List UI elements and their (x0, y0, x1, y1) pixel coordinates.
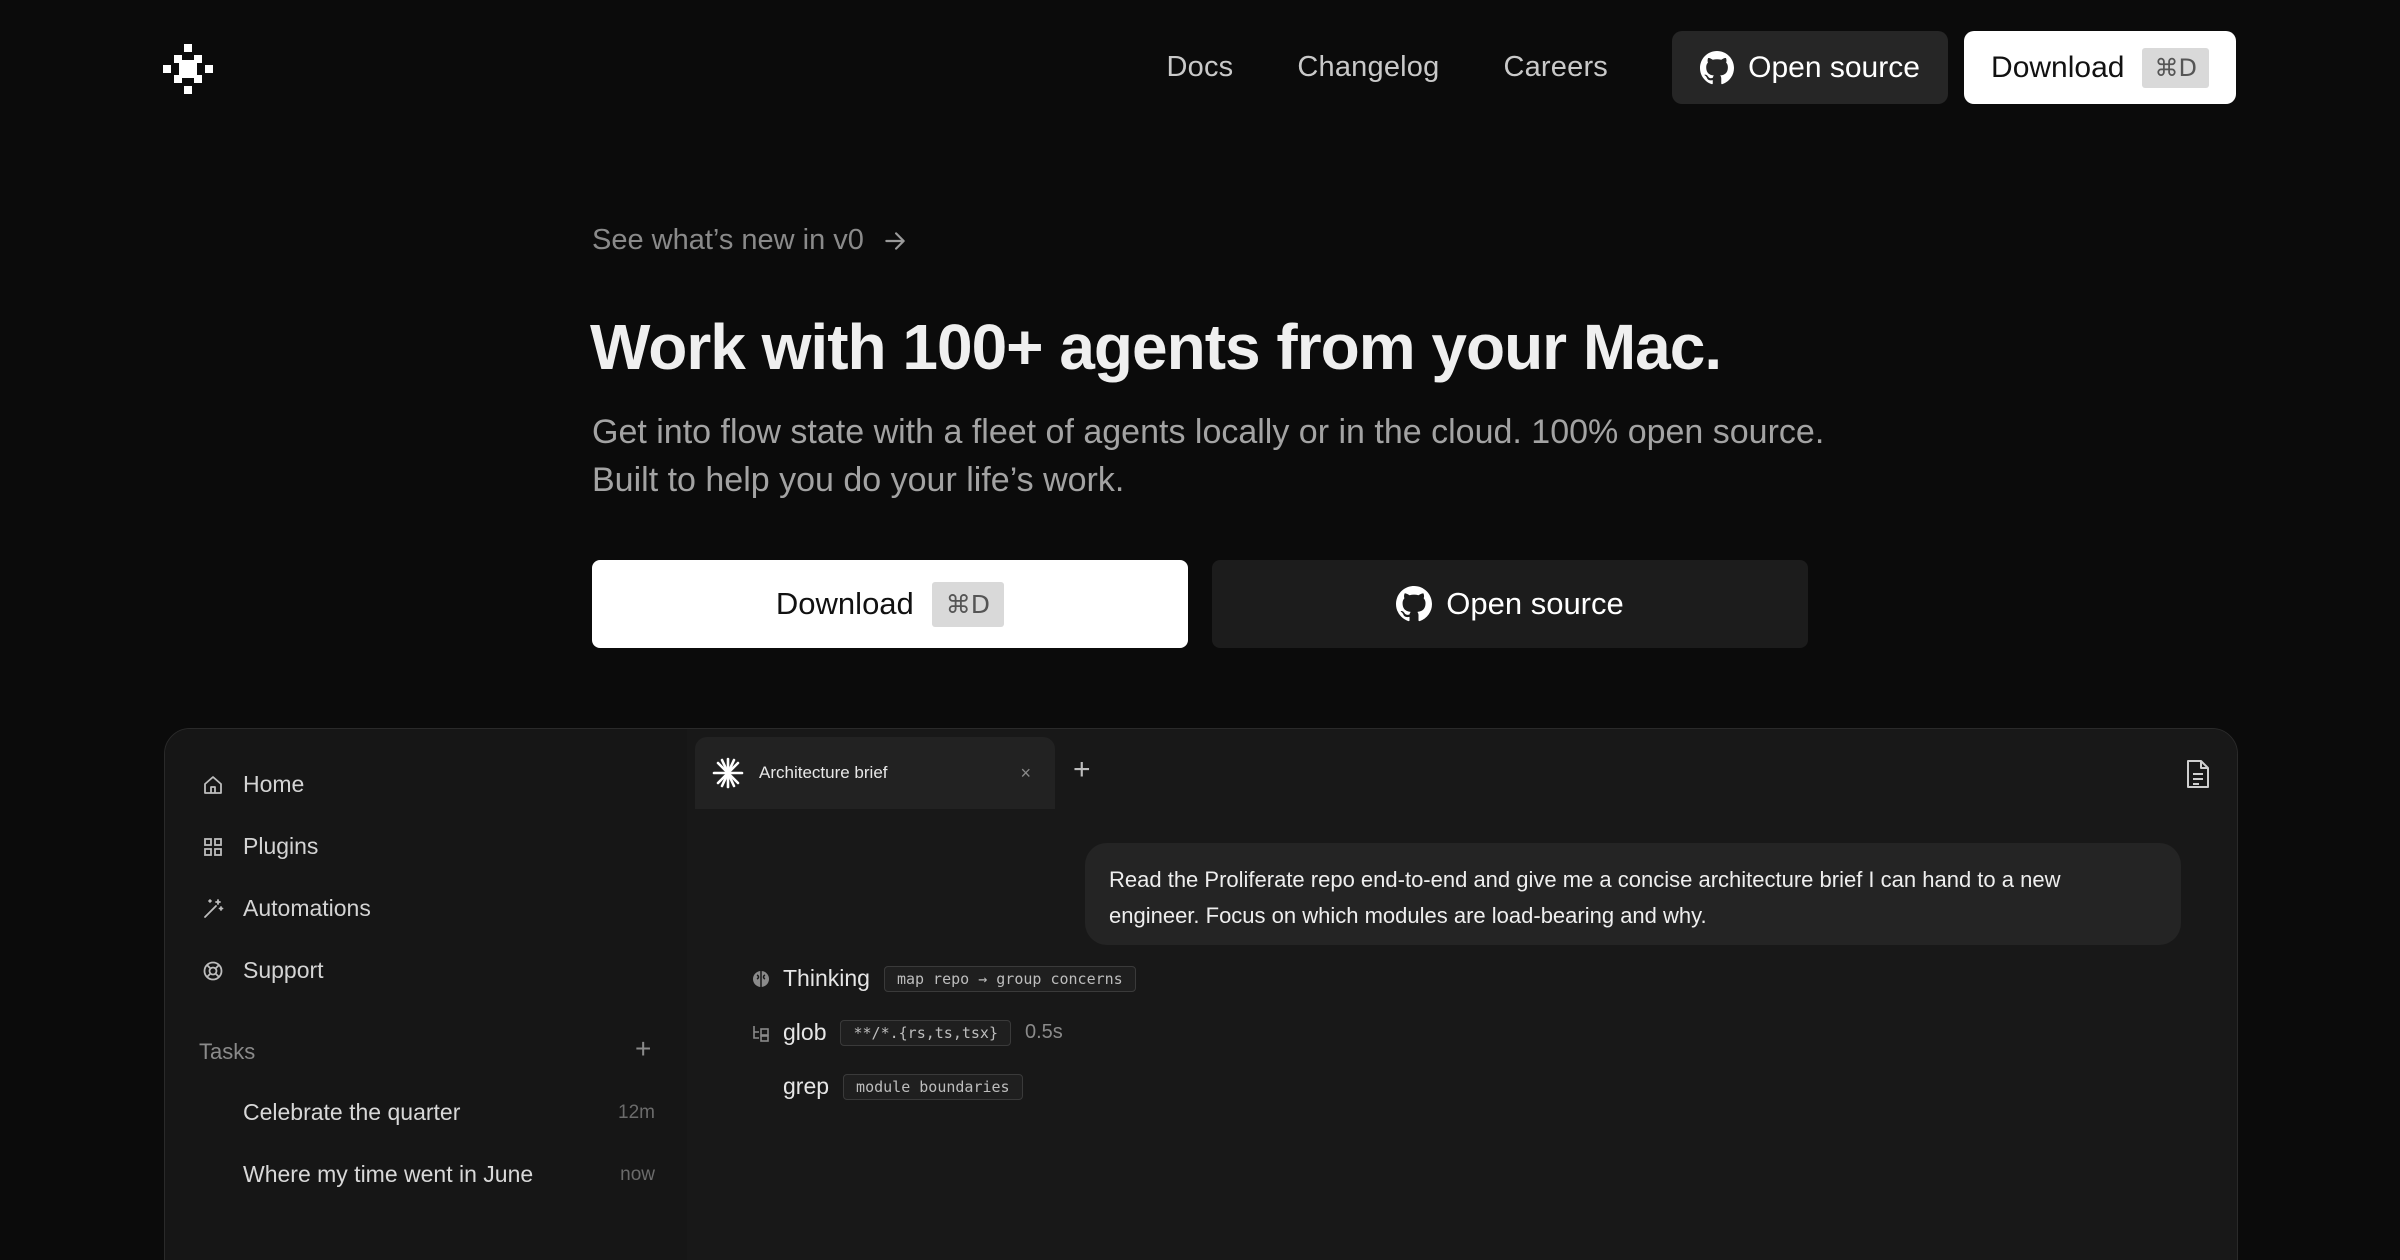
nav-link-careers[interactable]: Careers (1503, 51, 1608, 84)
sidebar-item-automations[interactable]: Automations (201, 895, 371, 922)
top-nav: Docs Changelog Careers Open source Downl… (1166, 31, 2236, 104)
step-detail: module boundaries (843, 1073, 1023, 1100)
chat-panel: Architecture brief × + Read the Prolifer… (687, 729, 2237, 1260)
arrow-right-icon (885, 231, 905, 250)
open-source-label: Open source (1748, 50, 1920, 84)
download-shortcut: ⌘D (2142, 47, 2209, 88)
brain-icon (753, 970, 769, 987)
user-message: Read the Proliferate repo end-to-end and… (1085, 843, 2181, 945)
announcement-link[interactable]: See what’s new in v0 (592, 224, 908, 257)
step-label: glob (783, 1019, 827, 1045)
magic-wand-icon (204, 898, 224, 918)
sidebar-item-label: Automations (243, 895, 371, 921)
download-button[interactable]: Download ⌘D (1964, 31, 2236, 104)
lifebuoy-icon (203, 961, 223, 980)
step-detail: map repo → group concerns (883, 965, 1136, 992)
app-preview-window: Home Plugins Automations Support Tasks +… (164, 728, 2238, 1260)
grid-icon (204, 837, 222, 856)
tab-label: Architecture brief (759, 763, 888, 782)
home-icon (204, 775, 222, 794)
step-detail: **/*.{rs,ts,tsx} (840, 1019, 1011, 1046)
open-source-button[interactable]: Open source (1672, 31, 1948, 104)
sidebar-item-plugins[interactable]: Plugins (201, 833, 318, 860)
hero-download-label: Download (775, 586, 914, 621)
nav-link-changelog[interactable]: Changelog (1297, 51, 1439, 84)
sidebar-item-label: Support (243, 957, 324, 983)
new-tab-button[interactable]: + (1073, 753, 1091, 787)
hero-subtitle-line-2: Built to help you do your life’s work. (592, 461, 1125, 499)
step-grep[interactable]: grep module boundaries (783, 1073, 1023, 1100)
hero-download-button[interactable]: Download ⌘D (592, 560, 1188, 648)
github-icon (1396, 586, 1433, 622)
task-item[interactable]: Where my time went in June (243, 1161, 533, 1188)
sidebar-item-home[interactable]: Home (201, 771, 304, 798)
close-tab-icon[interactable]: × (1020, 763, 1031, 784)
sidebar: Home Plugins Automations Support Tasks +… (165, 729, 687, 1260)
step-label: Thinking (783, 965, 870, 991)
hero-open-source-label: Open source (1446, 586, 1624, 621)
announcement-text: See what’s new in v0 (592, 224, 864, 256)
hero-subtitle-line-1: Get into flow state with a fleet of agen… (592, 413, 1825, 451)
tab-architecture-brief[interactable]: Architecture brief × (695, 737, 1055, 809)
tasks-heading: Tasks (199, 1039, 256, 1064)
file-tree-icon (753, 1025, 769, 1042)
document-icon[interactable] (2185, 759, 2211, 789)
sidebar-item-label: Plugins (243, 833, 319, 859)
hero-title: Work with 100+ agents from your Mac. (590, 311, 1722, 383)
landing-page: Docs Changelog Careers Open source Downl… (0, 0, 2400, 1260)
hero-subtitle: Get into flow state with a fleet of agen… (592, 408, 1832, 504)
nav-link-docs[interactable]: Docs (1166, 51, 1233, 84)
add-task-button[interactable]: + (635, 1033, 651, 1065)
task-time: 12m (618, 1102, 655, 1123)
task-time: now (620, 1164, 655, 1185)
step-duration: 0.5s (1024, 1021, 1063, 1043)
sidebar-item-label: Home (243, 771, 305, 797)
sidebar-item-support[interactable]: Support (201, 957, 324, 984)
hero-download-shortcut: ⌘D (931, 581, 1005, 627)
step-label: grep (783, 1073, 830, 1099)
hero-open-source-button[interactable]: Open source (1212, 560, 1808, 648)
logo-icon[interactable] (163, 44, 213, 94)
step-thinking[interactable]: Thinking map repo → group concerns (751, 965, 1136, 992)
task-item[interactable]: Celebrate the quarter (243, 1099, 460, 1126)
sparkle-icon (712, 757, 744, 789)
github-icon (1700, 50, 1735, 84)
download-label: Download (1991, 50, 2125, 84)
step-glob[interactable]: glob **/*.{rs,ts,tsx} 0.5s (751, 1019, 1063, 1046)
